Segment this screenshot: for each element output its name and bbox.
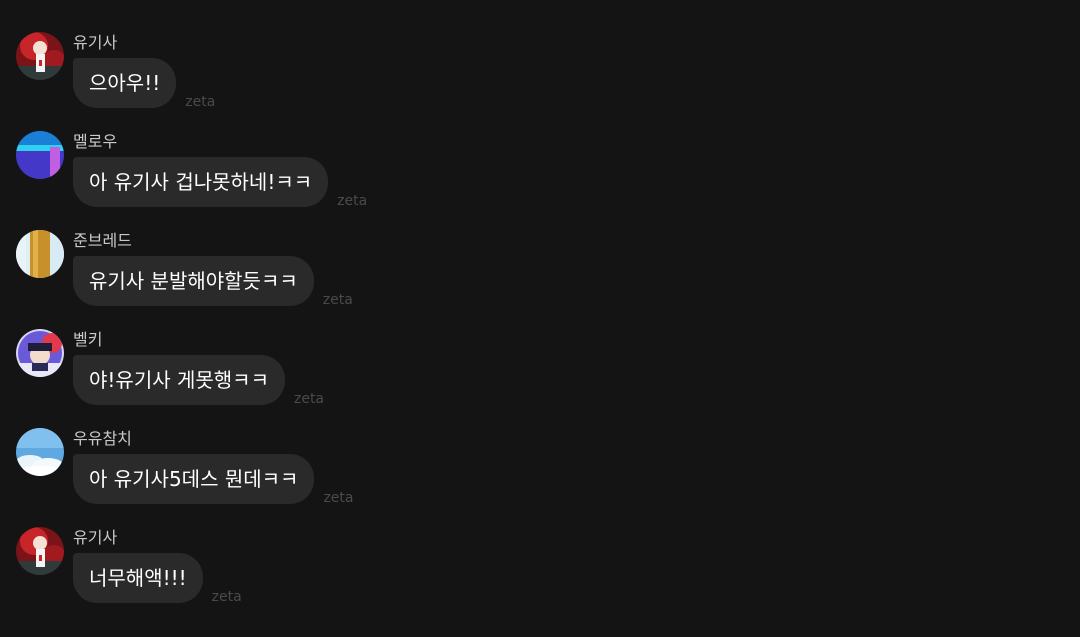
chat-message: 우유참치 아 유기사5데스 뭔데ㅋㅋ zeta: [16, 428, 616, 518]
chat-message: 준브레드 유기사 분발해야할듯ㅋㅋ zeta: [16, 230, 616, 320]
source-label: zeta: [211, 589, 242, 605]
message-bubble: 아 유기사 겁나못하네!ㅋㅋ: [73, 157, 329, 207]
message-bubble: 야!유기사 게못행ㅋㅋ: [73, 355, 285, 405]
chat-log: 유기사 으아우!! zeta 멜로우 아 유기사 겁나못하네!ㅋㅋ zeta 준…: [0, 0, 1080, 637]
sender-name: 우유참치: [73, 429, 132, 448]
avatar[interactable]: [16, 32, 64, 80]
avatar[interactable]: [16, 131, 64, 179]
message-row: 으아우!! zeta: [73, 58, 216, 110]
chat-message: 멜로우 아 유기사 겁나못하네!ㅋㅋ zeta: [16, 131, 616, 221]
message-bubble: 으아우!!: [73, 58, 177, 108]
chat-message: 유기사 너무해액!!! zeta: [16, 527, 616, 617]
message-bubble: 너무해액!!!: [73, 553, 203, 603]
red-character-avatar-icon: [16, 527, 64, 575]
sender-name: 벨키: [73, 330, 103, 349]
sky-clouds-avatar-icon: [16, 428, 64, 476]
avatar[interactable]: [16, 230, 64, 278]
sender-name: 멜로우: [73, 132, 118, 151]
sender-name: 유기사: [73, 33, 118, 52]
avatar[interactable]: [16, 428, 64, 476]
red-character-avatar-icon: [16, 32, 64, 80]
message-row: 유기사 분발해야할듯ㅋㅋ zeta: [73, 256, 353, 308]
blue-purple-avatar-icon: [16, 131, 64, 179]
avatar[interactable]: [16, 527, 64, 575]
message-row: 야!유기사 게못행ㅋㅋ zeta: [73, 355, 325, 407]
source-label: zeta: [323, 490, 354, 506]
gold-stripe-avatar-icon: [16, 230, 64, 278]
message-bubble: 아 유기사5데스 뭔데ㅋㅋ: [73, 454, 315, 504]
chat-message: 벨키 야!유기사 게못행ㅋㅋ zeta: [16, 329, 616, 419]
chat-message: 유기사 으아우!! zeta: [16, 32, 616, 122]
message-row: 아 유기사 겁나못하네!ㅋㅋ zeta: [73, 157, 368, 209]
hat-character-avatar-icon: [16, 329, 64, 377]
sender-name: 준브레드: [73, 231, 132, 250]
source-label: zeta: [293, 391, 325, 407]
message-row: 아 유기사5데스 뭔데ㅋㅋ zeta: [73, 454, 354, 506]
message-bubble: 유기사 분발해야할듯ㅋㅋ: [73, 256, 314, 306]
source-label: zeta: [337, 193, 368, 209]
source-label: zeta: [185, 94, 216, 110]
avatar[interactable]: [16, 329, 64, 377]
source-label: zeta: [322, 292, 353, 308]
sender-name: 유기사: [73, 528, 118, 547]
message-row: 너무해액!!! zeta: [73, 553, 242, 605]
